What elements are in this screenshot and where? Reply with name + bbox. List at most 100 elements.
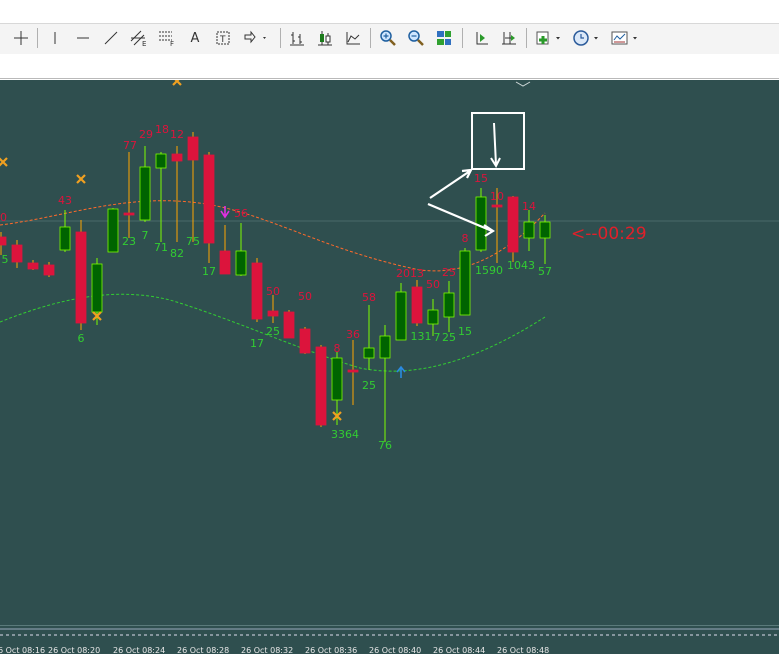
- toolbar: E F A T: [0, 0, 779, 79]
- volume-label-green: 57: [538, 265, 552, 278]
- indicators-dropdown-button[interactable]: [534, 27, 564, 49]
- down-arrow-icon: [220, 206, 230, 219]
- price-label-red: 14: [522, 200, 536, 213]
- horizontal-line-icon: [77, 37, 89, 39]
- volume-label-green: 7: [142, 229, 149, 242]
- price-label-red: 50: [426, 278, 440, 291]
- candlestick-chart[interactable]: 1043772918125650503685820135025815101456…: [0, 80, 779, 625]
- volume-label-green: 6: [78, 332, 85, 345]
- price-label-red: 29: [139, 128, 153, 141]
- text-icon: A: [190, 30, 200, 46]
- time-axis-label: 26 Oct 08:28: [177, 646, 230, 655]
- line-chart-icon: [346, 32, 360, 45]
- line-chart-button[interactable]: [342, 27, 364, 49]
- candlestick-button[interactable]: [314, 27, 336, 49]
- price-label-red: 77: [123, 139, 137, 152]
- vertical-line-icon: [54, 32, 56, 44]
- trendline-button[interactable]: [100, 27, 122, 49]
- volume-label-green: 25: [362, 379, 376, 392]
- autoscroll-icon: [502, 32, 516, 45]
- price-label-red: 58: [362, 291, 376, 304]
- bear-candle: [187, 136, 199, 161]
- price-label-red: 20: [396, 267, 410, 280]
- cross-marker: [0, 157, 8, 167]
- volume-label-green: 15: [458, 325, 472, 338]
- chart-shift-icon: [476, 32, 488, 45]
- bear-candle: [491, 204, 503, 208]
- price-label-red: 25: [442, 266, 456, 279]
- channel-icon: E: [130, 30, 146, 47]
- time-axis-label: 26 Oct 08:20: [48, 646, 101, 655]
- toolbar-top-strip: [0, 0, 779, 22]
- volume-label-green: 25: [266, 325, 280, 338]
- bear-candle: [267, 310, 279, 317]
- bear-candle: [27, 262, 39, 270]
- bull-candle: [59, 226, 71, 251]
- templates-dropdown-button[interactable]: [610, 27, 640, 49]
- bear-candle: [123, 212, 135, 216]
- volume-label-green: 131: [411, 330, 432, 343]
- bear-candle: [11, 244, 23, 263]
- volume-label-green: 71: [154, 241, 168, 254]
- text-button[interactable]: A: [184, 27, 206, 49]
- text-label-button[interactable]: T: [212, 27, 234, 49]
- bear-candle: [219, 250, 231, 275]
- bear-candle: [171, 153, 183, 162]
- bear-candle: [0, 236, 7, 246]
- price-label-red: 12: [170, 128, 184, 141]
- autoscroll-button[interactable]: [498, 27, 520, 49]
- bull-candle: [379, 335, 391, 359]
- time-axis-label: 26 Oct 08:48: [497, 646, 550, 655]
- price-label-red: 43: [58, 194, 72, 207]
- text-label-icon-glyph: T: [219, 35, 226, 45]
- templates-icon: [611, 31, 637, 45]
- bear-candle: [283, 311, 295, 339]
- bar-chart-icon: [290, 32, 304, 46]
- price-label-red: 10: [490, 190, 504, 203]
- price-label-red: 15: [474, 172, 488, 185]
- time-axis-label: 26 Oct 08:40: [369, 646, 422, 655]
- bar-chart-button[interactable]: [286, 27, 308, 49]
- fibonacci-button[interactable]: F: [156, 27, 178, 49]
- price-label-red: 36: [346, 328, 360, 341]
- text-label-icon: T: [216, 31, 230, 45]
- zoom-out-icon: [408, 30, 424, 46]
- chart-shift-button[interactable]: [470, 27, 492, 49]
- volume-label-green: 23: [122, 235, 136, 248]
- bear-candle: [315, 346, 327, 426]
- toolbar-separator: [462, 28, 463, 48]
- equidistant-channel-button[interactable]: E: [128, 27, 150, 49]
- time-axis-label: 26 Oct 08:32: [241, 646, 294, 655]
- toolbar-separator: [526, 28, 527, 48]
- bull-candle: [523, 221, 535, 239]
- time-axis-label: 26 Oct 08:36: [305, 646, 358, 655]
- zoom-in-button[interactable]: [377, 27, 399, 49]
- volume-label-green: 1043: [507, 259, 535, 272]
- periods-dropdown-button[interactable]: [572, 27, 602, 49]
- zoom-out-button[interactable]: [405, 27, 427, 49]
- cross-marker: [76, 174, 86, 184]
- price-label-red: 56: [234, 207, 248, 220]
- clock-icon: [573, 30, 598, 46]
- bull-candle: [459, 250, 471, 316]
- zoom-in-icon: [380, 30, 396, 46]
- fibonacci-icon-sub: F: [170, 40, 174, 47]
- volume-label-green: 25: [442, 331, 456, 344]
- toolbar-separator: [280, 28, 281, 48]
- tile-windows-button[interactable]: [433, 27, 455, 49]
- price-label-red: 8: [462, 232, 469, 245]
- arrows-dropdown-button[interactable]: [242, 27, 270, 49]
- bear-candle: [203, 154, 215, 244]
- bar-countdown-timer: <--00:29: [571, 224, 647, 244]
- volume-label-green: 76: [378, 439, 392, 452]
- crosshair-button[interactable]: [10, 27, 32, 49]
- horizontal-line-button[interactable]: [72, 27, 94, 49]
- bull-candle: [91, 263, 103, 313]
- candlestick-icon: [318, 31, 332, 46]
- bull-candle: [155, 153, 167, 169]
- price-label-red: 50: [298, 290, 312, 303]
- up-arrow-icon: [396, 365, 406, 378]
- vertical-line-button[interactable]: [44, 27, 66, 49]
- price-chart[interactable]: 1043772918125650503685820135025815101456…: [0, 80, 779, 625]
- bull-candle: [139, 166, 151, 221]
